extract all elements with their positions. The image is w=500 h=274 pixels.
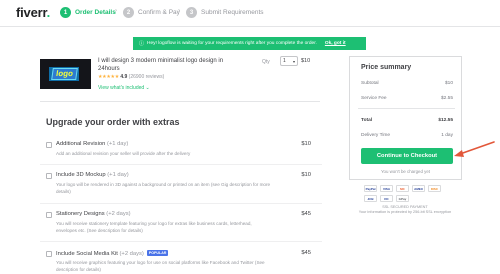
continue-to-checkout-button[interactable]: Continue to Checkout [361, 148, 453, 164]
step-label: Confirm & Pay [138, 9, 180, 16]
extra-description: You will receive graphics featuring your… [56, 260, 265, 272]
diners-club-icon: DC [380, 195, 393, 202]
extra-checkbox[interactable] [46, 173, 52, 179]
step-confirm-pay: 2 Confirm & Pay [123, 7, 180, 18]
gig-title: I will design 3 modern minimalist logo d… [98, 58, 224, 72]
requirements-banner: ⓘ Hey! logoflow is waiting for your requ… [133, 37, 366, 50]
divider [40, 101, 320, 102]
step-submit-requirements: 3 Submit Requirements [186, 7, 264, 18]
price-summary-panel: Price summary Subtotal $10 Service Fee $2.… [349, 56, 462, 180]
top-header: fiverr. 1 Order Details › 2 Confirm & Pa… [0, 0, 500, 27]
extra-name: Stationery Designs (+2 days) [56, 211, 131, 217]
extra-checkbox[interactable] [46, 212, 52, 218]
quantity-value: 1 [283, 58, 286, 64]
extra-price: $10 [301, 172, 311, 178]
payment-methods: PayPal VISA MC AMEX DISC JCB DC GPay [364, 185, 456, 202]
gig-thumbnail[interactable]: logo [40, 59, 91, 89]
jcb-icon: JCB [364, 195, 377, 202]
google-pay-icon: GPay [396, 195, 409, 202]
step-number: 3 [186, 7, 197, 18]
extra-description: You will receive stationery template fea… [56, 221, 252, 233]
step-number: 2 [123, 7, 134, 18]
discover-icon: DISC [428, 185, 441, 192]
extra-description: Add an additional revision your seller w… [56, 151, 191, 156]
rating-stars-icon: ★★★★★ [98, 74, 119, 80]
divider [40, 164, 322, 165]
extra-name: Additional Revision (+1 day) [56, 141, 129, 147]
popular-badge: POPULAR [146, 250, 169, 256]
service-fee-row: Service Fee $2.55 [361, 96, 453, 101]
banner-text: Hey! logoflow is waiting for your requir… [147, 41, 317, 46]
chevron-right-icon: › [115, 8, 117, 14]
mastercard-icon: MC [396, 185, 409, 192]
view-included-link[interactable]: View what's included ⌄ [98, 85, 150, 91]
extra-checkbox[interactable] [46, 251, 52, 257]
ssl-secure-note: SSL SECURED PAYMENT Your information is … [355, 205, 455, 215]
total-row: Total $12.55 [361, 118, 453, 123]
price-summary-title: Price summary [361, 64, 412, 71]
rating-value: 4.9 [120, 74, 128, 80]
visa-icon: VISA [380, 185, 393, 192]
extra-description: Your logo will be rendered in 3D against… [56, 182, 271, 194]
ssl-description: Your information is protected by 256-bit… [358, 210, 452, 214]
step-label: Submit Requirements [201, 9, 264, 16]
gig-price: $10 [301, 58, 311, 64]
extra-price: $10 [301, 141, 311, 147]
subtotal-row: Subtotal $10 [361, 81, 453, 86]
extra-checkbox[interactable] [46, 142, 52, 148]
divider [40, 203, 322, 204]
step-label: Order Details [75, 9, 116, 16]
pointer-arrow-icon [454, 141, 495, 157]
chevron-right-icon: › [178, 8, 180, 14]
thumbnail-logo-text: logo [51, 68, 78, 80]
no-charge-note: You won't be charged yet [380, 169, 430, 174]
extras-heading: Upgrade your order with extras [46, 117, 180, 127]
paypal-icon: PayPal [364, 185, 377, 192]
extra-name: Include 3D Mockup (+1 day) [56, 172, 129, 178]
divider [358, 108, 455, 109]
extra-price: $45 [301, 211, 311, 217]
divider [40, 241, 322, 242]
review-count: (26900 reviews) [128, 74, 165, 80]
extra-name: Include Social Media Kit (+2 days) POPULA… [56, 250, 169, 257]
quantity-label: Qty [262, 59, 270, 65]
chevron-down-icon: ▾ [292, 58, 295, 64]
gig-rating: ★★★★★ 4.9 (26900 reviews) [98, 74, 164, 80]
delivery-time-row: Delivery Time 1 day [361, 133, 453, 138]
step-order-details: 1 Order Details [60, 7, 116, 18]
extra-price: $45 [301, 250, 311, 256]
fiverr-logo[interactable]: fiverr. [16, 5, 50, 20]
amex-icon: AMEX [412, 185, 425, 192]
ok-got-it-link[interactable]: Ok, got it [325, 41, 346, 46]
quantity-select[interactable]: 1 ▾ [280, 56, 298, 66]
step-number: 1 [60, 7, 71, 18]
info-icon: ⓘ [139, 41, 145, 47]
